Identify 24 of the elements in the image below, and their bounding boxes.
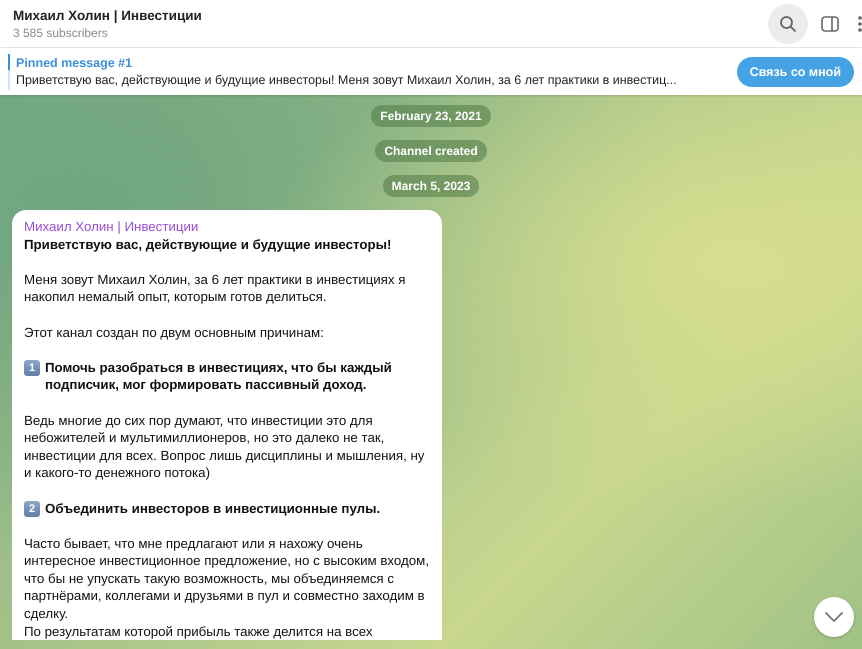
service-message: February 23, 2021 [371,105,491,127]
message-paragraph: Часто бывает, что мне предлагают или я нахожу очень интересное инвестиционное предложение, но с высоким входом, что бы не упускать такую возможность, мы объединяемся с партнёрами, коллегами и друзьями в пул и совместно заходим в сделку. По результатам которой прибыль также делится на всех [24,534,430,640]
subscriber-count: 3 585 subscribers [13,26,109,40]
message-paragraph: Ведь многие до сих пор думают, что инвестиции это для небожителей и мультимиллионеров, но это далеко не так, инвестиции для всех. Вопрос лишь дисциплины и мышления, ну и какого-то денежного потока) [24,412,426,482]
message-paragraph: Этот канал создан по двум основным причинам: [24,324,325,342]
service-message: Channel created [375,140,487,162]
point-text: Объединить инвесторов в инвестиционные пулы. [45,500,382,518]
channel-title: Михаил Холин | Инвестиции [13,8,203,22]
service-message: March 5, 2023 [382,175,480,197]
number-keycap-icon: 2 [24,500,40,516]
more-icon[interactable] [858,16,862,32]
message-heading: Приветствую вас, действующие и будущие инвесторы! [24,236,392,254]
message-author: Михаил Холин | Инвестиции [24,218,200,236]
pinned-title[interactable]: Pinned message #1 [16,56,725,70]
search-button[interactable] [768,4,808,44]
message-paragraph: Меня зовут Михаил Холин, за 6 лет практики в инвестициях я накопил немалый опыт, которым готов делиться. [24,270,406,306]
contact-button[interactable]: Связь со мной [736,56,854,86]
scroll-down-button[interactable] [814,597,854,637]
point-text: Помочь разобраться в инвестициях, что бы каждый подписчик, мог формировать пассивный доход. [45,358,393,394]
sidebar-icon [821,16,839,32]
number-keycap-icon: 1 [24,360,40,376]
search-icon [779,14,797,32]
pinned-preview[interactable]: Приветствую вас, действующие и будущие инвесторы! Меня зовут Михаил Холин, за 6 лет практики в инвестиц... [16,73,677,87]
chevron-down-icon [825,612,843,622]
